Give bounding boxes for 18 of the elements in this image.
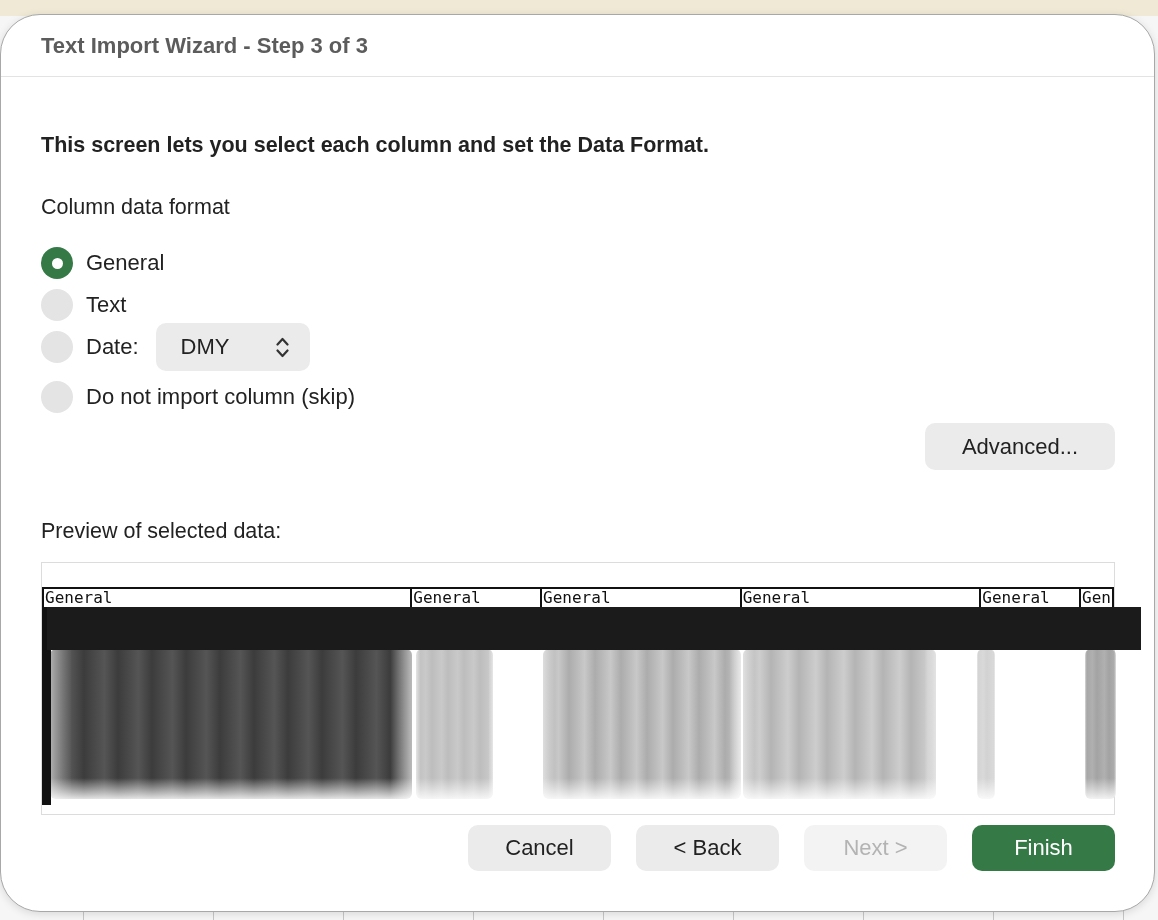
option-label[interactable]: Text bbox=[86, 291, 127, 319]
radio-button[interactable] bbox=[41, 247, 73, 279]
dialog-button[interactable]: Cancel bbox=[468, 825, 611, 871]
dialog-button[interactable]: < Back bbox=[636, 825, 779, 871]
option-label[interactable]: Do not import column (skip) bbox=[86, 383, 355, 411]
preview-label: Preview of selected data: bbox=[41, 518, 282, 545]
radio-button[interactable] bbox=[41, 381, 73, 413]
advanced-button[interactable]: Advanced... bbox=[925, 423, 1115, 470]
date-order-select[interactable]: DMY bbox=[155, 323, 310, 371]
option-label[interactable]: Date: bbox=[86, 333, 139, 361]
radio-button[interactable] bbox=[41, 289, 73, 321]
chevron-up-down-icon bbox=[275, 336, 289, 358]
window-title: Text Import Wizard - Step 3 of 3 bbox=[41, 31, 368, 60]
dialog-button[interactable]: Finish bbox=[972, 825, 1115, 871]
radio-button[interactable] bbox=[41, 331, 73, 363]
option-label[interactable]: General bbox=[86, 249, 165, 277]
section-label: Column data format bbox=[41, 194, 230, 221]
instruction-text: This screen lets you select each column and set the Data Format. bbox=[41, 132, 709, 159]
